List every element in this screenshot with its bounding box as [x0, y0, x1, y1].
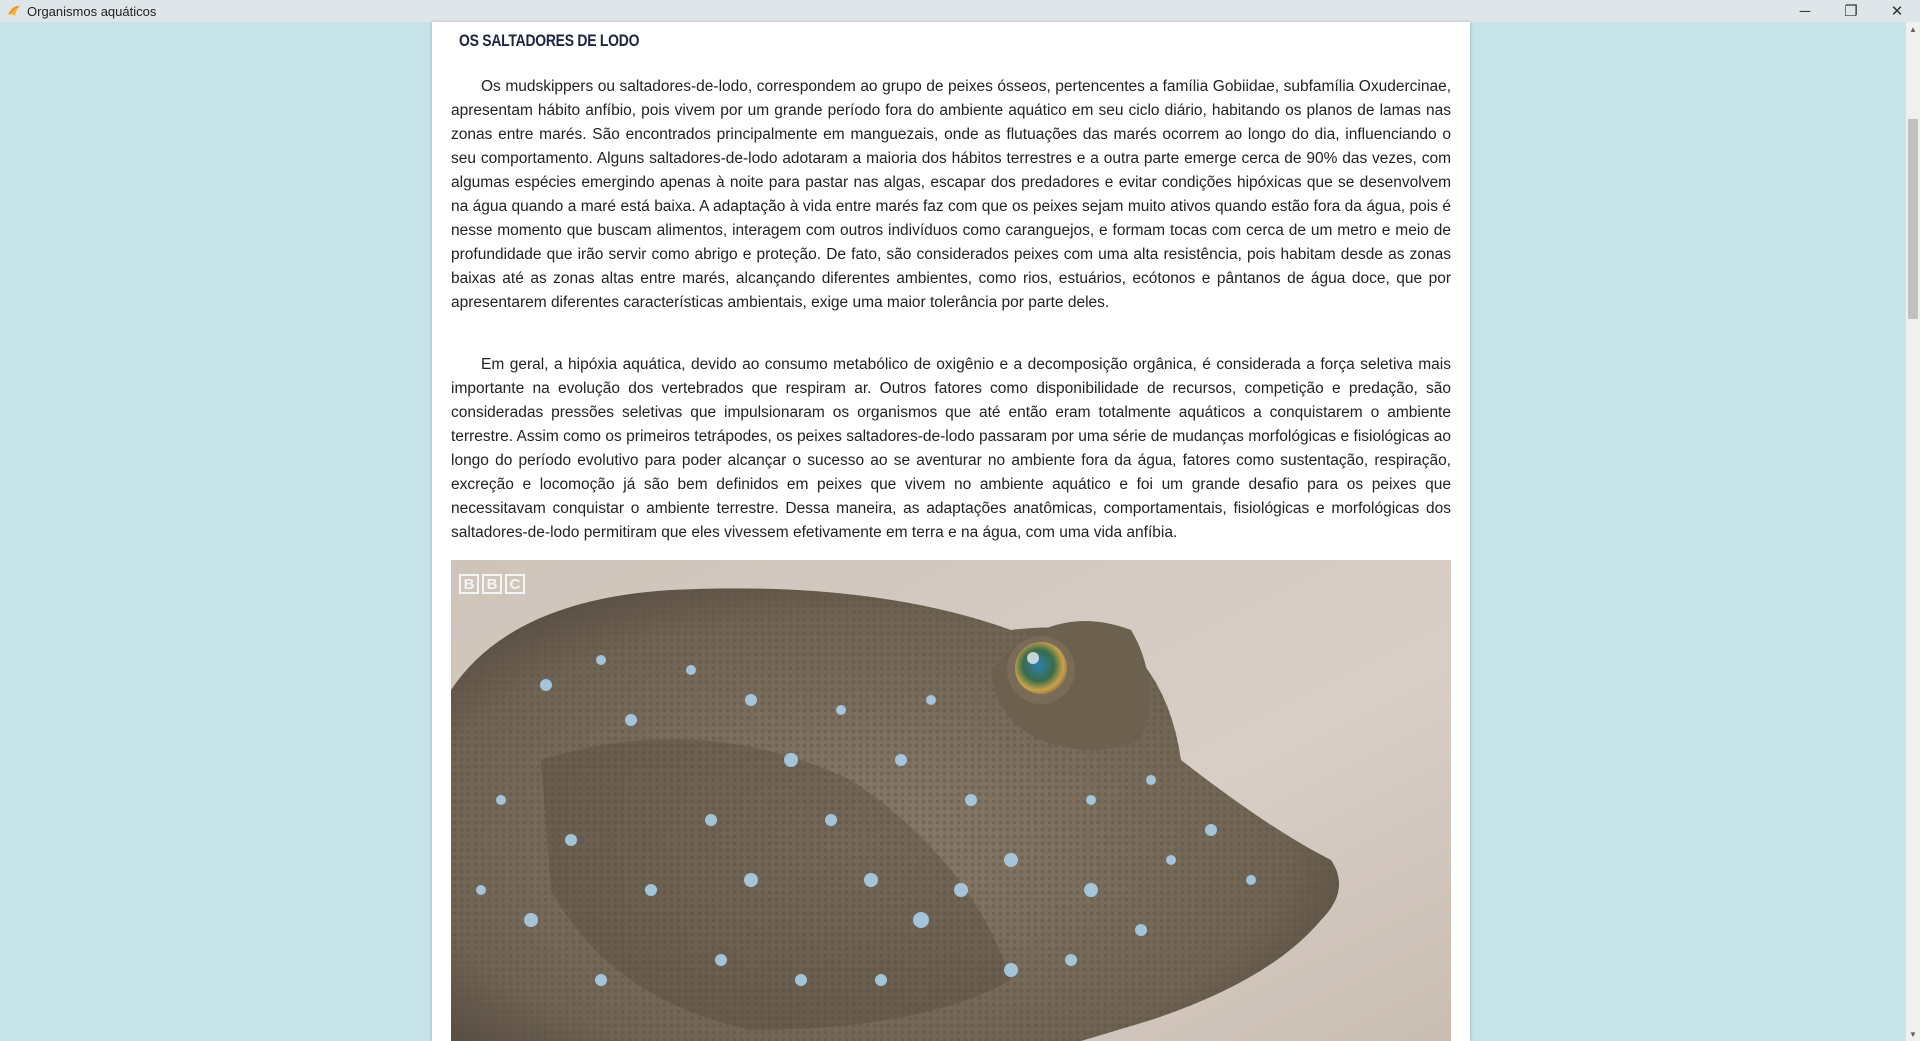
scroll-down-arrow-icon[interactable]: ▼ — [1906, 1027, 1920, 1041]
article-page: OS SALTADORES DE LODO Os mudskippers ou … — [432, 22, 1470, 1041]
vertical-scrollbar[interactable]: ▲ ▼ — [1906, 22, 1920, 1041]
app-icon — [8, 5, 20, 16]
window-title: Organismos aquáticos — [27, 3, 157, 19]
section-title: OS SALTADORES DE LODO — [459, 31, 640, 50]
restore-button[interactable]: ❐ — [1828, 0, 1874, 22]
watermark-letter: B — [459, 574, 479, 594]
scroll-up-arrow-icon[interactable]: ▲ — [1906, 22, 1920, 36]
mudskipper-photo-image — [451, 560, 1451, 1041]
window-controls: ─ ❐ ✕ — [1782, 0, 1920, 22]
article-paragraph-1: Os mudskippers ou saltadores-de-lodo, co… — [451, 78, 1451, 311]
minimize-button[interactable]: ─ — [1782, 0, 1828, 22]
scrollbar-thumb[interactable] — [1908, 119, 1918, 319]
bbc-watermark: B B C — [459, 574, 525, 594]
mudskipper-photo: B B C — [451, 560, 1451, 1041]
content-viewport: OS SALTADORES DE LODO Os mudskippers ou … — [0, 22, 1906, 1041]
watermark-letter: B — [482, 574, 502, 594]
window-title-bar[interactable]: Organismos aquáticos ─ ❐ ✕ — [0, 0, 1920, 22]
watermark-letter: C — [505, 574, 525, 594]
close-button[interactable]: ✕ — [1874, 0, 1920, 22]
article-paragraph-2: Em geral, a hipóxia aquática, devido ao … — [451, 356, 1451, 541]
